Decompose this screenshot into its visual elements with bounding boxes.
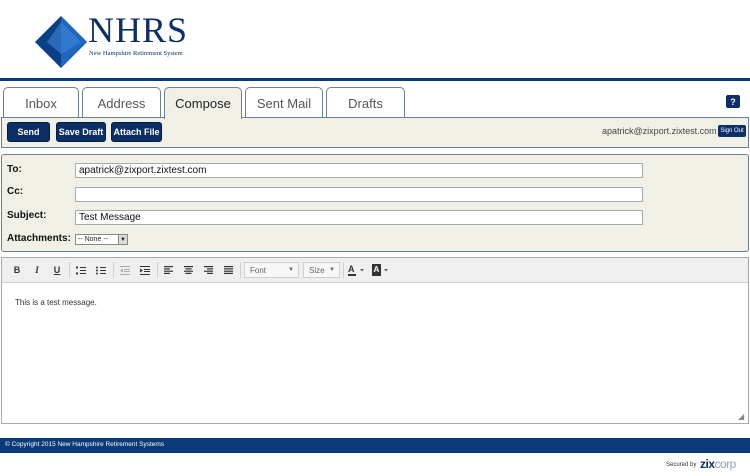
bold-icon[interactable]: B	[10, 263, 24, 277]
svg-text:A: A	[374, 265, 380, 274]
tab-drafts[interactable]: Drafts	[326, 87, 405, 118]
align-right-icon[interactable]	[201, 263, 215, 277]
message-editor: B I U Font ▼ Size ▼ A A This is a test m…	[1, 257, 749, 424]
attachments-select[interactable]: -- None -- ▼	[75, 234, 128, 245]
message-body[interactable]: This is a test message.	[15, 298, 97, 307]
unordered-list-icon[interactable]	[94, 263, 108, 277]
zix-text: zix	[700, 457, 715, 471]
size-select-label: Size	[309, 265, 325, 275]
tab-sent-mail[interactable]: Sent Mail	[245, 87, 323, 118]
cc-field[interactable]	[75, 187, 643, 202]
size-select[interactable]: Size ▼	[303, 262, 340, 278]
tab-address[interactable]: Address	[82, 87, 161, 118]
footer: © Copyright 2015 New Hampshire Retiremen…	[0, 438, 750, 453]
logo-text: NHRS	[88, 10, 189, 50]
toolbar-separator	[157, 262, 158, 278]
save-draft-button[interactable]: Save Draft	[56, 122, 106, 142]
corp-text: corp	[714, 457, 737, 471]
page: NHRS New Hampshire Retirement System Inb…	[0, 0, 750, 476]
chevron-down-icon: ▼	[118, 235, 127, 244]
nhrs-logo-icon	[35, 16, 87, 68]
text-color-icon[interactable]: A	[347, 263, 367, 277]
logo-subtitle: New Hampshire Retirement System	[89, 50, 183, 57]
toolbar-separator	[240, 262, 241, 278]
svg-text:A: A	[348, 264, 355, 274]
tab-bar: Inbox Address Compose Sent Mail Drafts	[0, 87, 750, 119]
justify-icon[interactable]	[221, 263, 235, 277]
indent-icon[interactable]	[138, 263, 152, 277]
header-rule	[0, 78, 750, 81]
to-label: To:	[7, 164, 22, 175]
tab-inbox[interactable]: Inbox	[3, 87, 79, 118]
send-button[interactable]: Send	[7, 122, 50, 142]
attachments-label: Attachments:	[7, 233, 71, 244]
user-email: apatrick@zixport.zixtest.com	[602, 126, 717, 136]
editor-toolbar: B I U Font ▼ Size ▼ A A	[2, 258, 748, 283]
font-select[interactable]: Font ▼	[244, 262, 299, 278]
subject-field[interactable]	[75, 210, 643, 225]
outdent-icon[interactable]	[118, 263, 132, 277]
attachments-selected: -- None --	[78, 236, 108, 243]
underline-icon[interactable]: U	[50, 263, 64, 277]
chevron-down-icon: ▼	[329, 267, 335, 273]
align-center-icon[interactable]	[181, 263, 195, 277]
subject-label: Subject:	[7, 210, 47, 221]
tab-compose[interactable]: Compose	[164, 87, 242, 119]
toolbar-separator	[69, 262, 70, 278]
attach-file-button[interactable]: Attach File	[111, 122, 162, 142]
address-panel: To: Cc: Subject: Attachments: -- None --…	[1, 154, 749, 252]
align-left-icon[interactable]	[161, 263, 175, 277]
font-select-label: Font	[250, 265, 267, 275]
chevron-down-icon: ▼	[288, 267, 294, 273]
copyright-text: © Copyright 2015 New Hampshire Retiremen…	[5, 441, 165, 448]
resize-grip-icon[interactable]: ◢	[738, 413, 746, 421]
zixcorp-logo: zixcorp	[700, 457, 736, 471]
sign-out-button[interactable]: Sign Out	[718, 125, 746, 137]
help-button[interactable]: ?	[726, 95, 740, 108]
background-color-icon[interactable]: A	[371, 263, 391, 277]
italic-icon[interactable]: I	[30, 263, 44, 277]
to-field[interactable]	[75, 163, 643, 178]
toolbar-separator	[343, 262, 344, 278]
action-bar: Send Save Draft Attach File apatrick@zix…	[1, 117, 749, 148]
secured-by-label: Secured by	[666, 462, 697, 468]
header: NHRS New Hampshire Retirement System	[0, 0, 750, 81]
ordered-list-icon[interactable]	[74, 263, 88, 277]
toolbar-separator	[113, 262, 114, 278]
cc-label: Cc:	[7, 186, 24, 197]
